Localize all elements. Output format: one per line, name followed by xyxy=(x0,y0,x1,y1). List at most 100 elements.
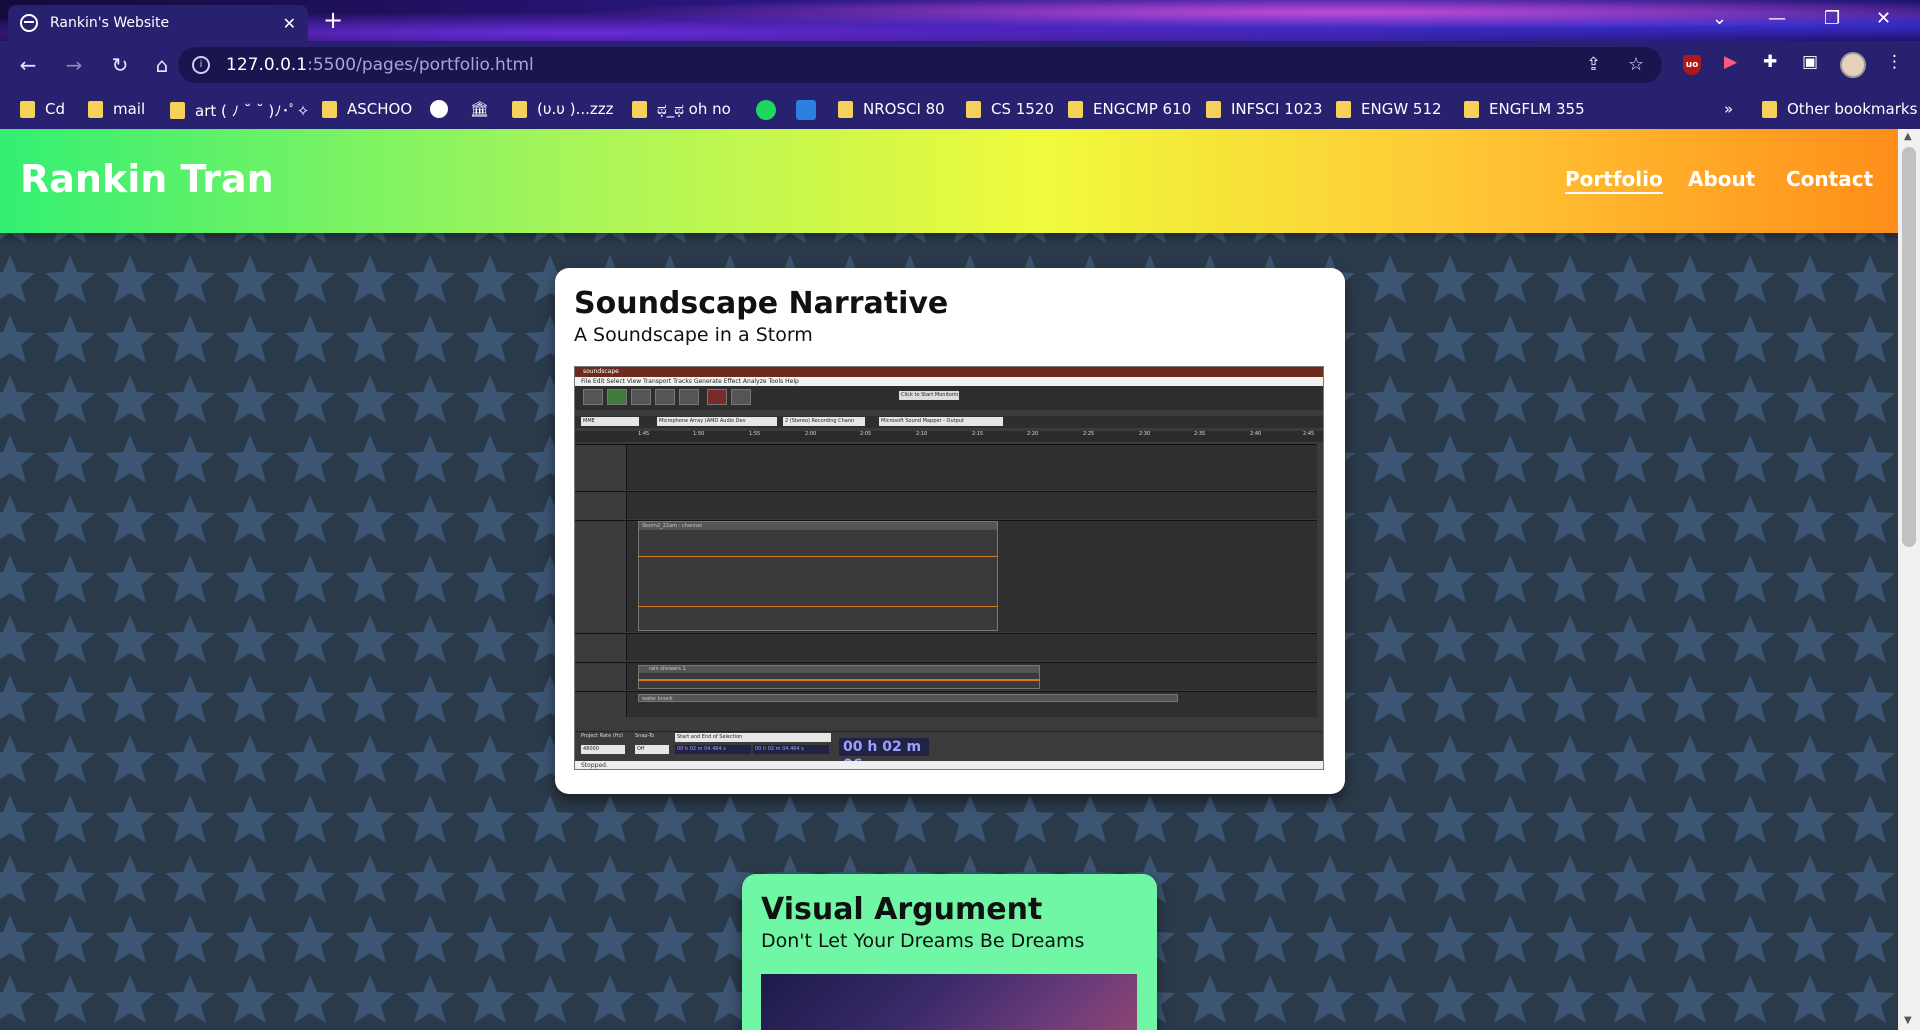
page-scrollbar[interactable]: ▲ ▼ xyxy=(1898,129,1920,1030)
bookmark-vscode[interactable] xyxy=(796,100,816,120)
scroll-up-arrow-icon[interactable]: ▲ xyxy=(1904,131,1912,142)
tab-search-chevron-icon[interactable]: ⌄ xyxy=(1712,8,1727,29)
folder-icon xyxy=(512,100,527,118)
more-bookmarks-chevron[interactable]: » xyxy=(1724,100,1733,118)
site-info-icon[interactable]: i xyxy=(192,56,210,74)
portfolio-card-visual-argument: Visual Argument Don't Let Your Dreams Be… xyxy=(742,874,1157,1030)
selection-toolbar: Project Rate (Hz) 48000 Snap-To Off Star… xyxy=(575,731,1323,769)
folder-icon xyxy=(170,102,185,119)
space-image xyxy=(761,974,1137,1030)
host-select: MME xyxy=(581,417,639,426)
status-bar: Stopped. xyxy=(575,761,1323,769)
menu-kebab-icon[interactable]: ⋮ xyxy=(1886,52,1903,72)
home-icon[interactable]: ⌂ xyxy=(142,53,182,77)
portfolio-card-soundscape: Soundscape Narrative A Soundscape in a S… xyxy=(555,268,1345,794)
vscode-icon xyxy=(796,100,816,120)
skip-start-icon xyxy=(655,389,675,405)
bookmark-star-icon[interactable]: ☆ xyxy=(1628,54,1644,75)
video-extension-icon[interactable]: ▶ xyxy=(1724,52,1737,72)
card-title: Visual Argument xyxy=(761,892,1043,927)
record-icon xyxy=(707,389,727,405)
new-tab-icon[interactable]: + xyxy=(323,8,343,32)
site-brand[interactable]: Rankin Tran xyxy=(20,157,274,201)
tab-close-icon[interactable]: ✕ xyxy=(283,14,296,33)
forward-arrow-icon[interactable]: → xyxy=(54,53,94,77)
folder-icon xyxy=(1762,100,1777,118)
time-display: 00 h 02 m 06 s xyxy=(839,738,929,769)
card-title: Soundscape Narrative xyxy=(574,286,949,321)
card-subtitle: Don't Let Your Dreams Be Dreams xyxy=(761,930,1085,952)
page-viewport: Rankin Tran Portfolio About Contact Soun… xyxy=(0,129,1898,1030)
minimize-icon[interactable]: — xyxy=(1768,8,1786,29)
tab-strip: Rankin's Website ✕ + ⌄ — ❐ ✕ xyxy=(0,0,1920,41)
audio-track: water knock xyxy=(575,691,1317,717)
bookmark-museum[interactable]: 🏛 xyxy=(470,100,489,118)
reload-icon[interactable]: ↻ xyxy=(100,53,140,77)
nav-portfolio[interactable]: Portfolio xyxy=(1565,167,1663,191)
skip-end-icon xyxy=(679,389,699,405)
monitoring-meter: Click to Start Monitoring xyxy=(899,391,959,400)
play-icon xyxy=(607,389,627,405)
bookmark-item[interactable]: art ( ﾉ ˘ ˘ )ﾉ･ﾟ✧ xyxy=(170,100,309,121)
audio-track xyxy=(575,444,1317,490)
bookmark-item[interactable]: ENGCMP 610 xyxy=(1068,100,1191,118)
app-menubar: File Edit Select View Transport Tracks G… xyxy=(575,377,1323,386)
bookmark-item[interactable]: INFSCI 1023 xyxy=(1206,100,1322,118)
bookmark-item[interactable]: mail xyxy=(88,100,145,118)
site-header: Rankin Tran Portfolio About Contact xyxy=(0,129,1898,233)
bookmark-item[interactable]: ASCHOO xyxy=(322,100,412,118)
side-panel-icon[interactable]: ▣ xyxy=(1802,52,1818,72)
restore-icon[interactable]: ❐ xyxy=(1824,8,1840,29)
bookmark-item[interactable]: ENGFLM 355 xyxy=(1464,100,1585,118)
folder-icon xyxy=(632,100,647,118)
input-device-select: Microphone Array (AMD Audio Dev xyxy=(657,417,777,426)
audio-track xyxy=(575,633,1317,661)
bookmark-item[interactable]: ಥ_ಥ oh no xyxy=(632,100,731,118)
channels-select: 2 (Stereo) Recording Chann xyxy=(783,417,865,426)
folder-icon xyxy=(1464,100,1479,118)
folder-icon xyxy=(1206,100,1221,118)
timeline-ruler: 1:45 1:50 1:55 2:00 2:05 2:10 2:15 2:20 … xyxy=(575,431,1323,442)
bookmark-github[interactable] xyxy=(430,100,448,118)
bookmark-item[interactable]: NROSCI 80 xyxy=(838,100,945,118)
audio-track xyxy=(575,491,1317,519)
github-icon xyxy=(430,100,448,118)
tab-title: Rankin's Website xyxy=(50,15,170,31)
url-path: :5500/pages/portfolio.html xyxy=(307,55,534,75)
audio-track: Storm2_22am - channel xyxy=(575,520,1317,632)
bookmark-item[interactable]: (υ.υ )...zzz xyxy=(512,100,614,118)
app-titlebar: soundscape xyxy=(575,367,1323,377)
scroll-thumb[interactable] xyxy=(1902,147,1916,547)
bookmark-item[interactable]: CS 1520 xyxy=(966,100,1054,118)
share-icon[interactable]: ⇪ xyxy=(1586,54,1601,75)
audacity-screenshot: soundscape File Edit Select View Transpo… xyxy=(574,366,1324,770)
other-bookmarks[interactable]: Other bookmarks xyxy=(1762,100,1917,118)
scroll-down-arrow-icon[interactable]: ▼ xyxy=(1904,1015,1912,1026)
folder-icon xyxy=(966,100,981,118)
bookmark-item[interactable]: Cd xyxy=(20,100,65,118)
bookmarks-bar: Cd mail art ( ﾉ ˘ ˘ )ﾉ･ﾟ✧ ASCHOO 🏛 (υ.υ … xyxy=(0,89,1920,129)
profile-avatar[interactable] xyxy=(1840,52,1866,78)
ublock-extension-icon[interactable]: uo xyxy=(1683,55,1701,75)
bookmark-item[interactable]: ENGW 512 xyxy=(1336,100,1442,118)
url-host: 127.0.0.1 xyxy=(226,55,308,75)
address-bar[interactable]: i 127.0.0.1:5500/pages/portfolio.html ⇪ … xyxy=(178,47,1662,83)
pause-icon xyxy=(583,389,603,405)
browser-tab-active[interactable]: Rankin's Website ✕ xyxy=(8,5,308,41)
extensions-puzzle-icon[interactable]: ✚ xyxy=(1763,52,1777,72)
stop-icon xyxy=(631,389,651,405)
folder-icon xyxy=(1336,100,1351,118)
audio-track: rain showers 1 xyxy=(575,662,1317,690)
browser-toolbar: ← → ↻ ⌂ i 127.0.0.1:5500/pages/portfolio… xyxy=(0,41,1920,89)
output-device-select: Microsoft Sound Mapper - Output xyxy=(879,417,1003,426)
folder-icon xyxy=(88,100,103,118)
folder-icon xyxy=(838,100,853,118)
bookmark-spotify[interactable] xyxy=(756,100,776,120)
close-window-icon[interactable]: ✕ xyxy=(1876,8,1891,29)
nav-about[interactable]: About xyxy=(1688,167,1755,191)
folder-icon xyxy=(322,100,337,118)
back-arrow-icon[interactable]: ← xyxy=(8,53,48,77)
nav-contact[interactable]: Contact xyxy=(1786,167,1873,191)
globe-icon xyxy=(20,14,38,32)
loop-icon xyxy=(731,389,751,405)
